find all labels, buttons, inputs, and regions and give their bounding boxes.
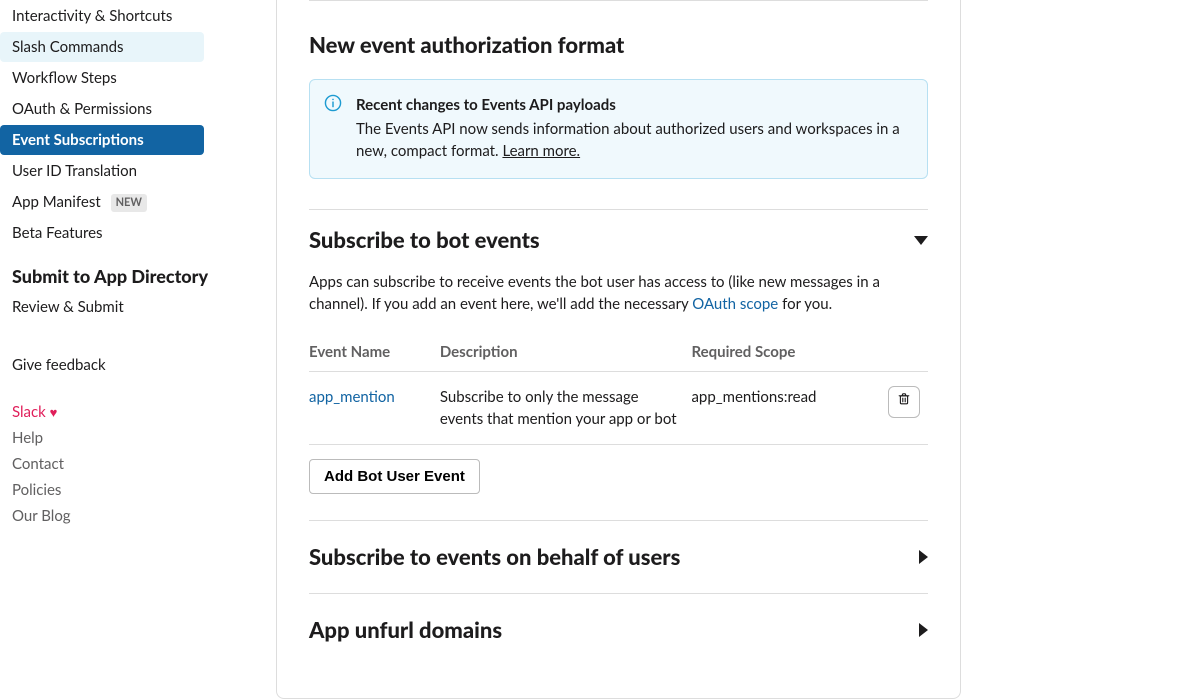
sidebar-item-workflow-steps[interactable]: Workflow Steps bbox=[0, 63, 248, 93]
footer-link-blog[interactable]: Our Blog bbox=[0, 503, 248, 529]
footer-link-contact[interactable]: Contact bbox=[0, 451, 248, 477]
col-header-description: Description bbox=[440, 333, 692, 372]
chevron-right-icon bbox=[919, 623, 928, 637]
sidebar-item-oauth[interactable]: OAuth & Permissions bbox=[0, 94, 248, 124]
event-description: Subscribe to only the message events tha… bbox=[440, 371, 692, 444]
user-events-expander[interactable]: Subscribe to events on behalf of users bbox=[309, 520, 928, 593]
bot-events-heading: Subscribe to bot events bbox=[309, 224, 540, 256]
sidebar-item-feedback[interactable]: Give feedback bbox=[0, 350, 248, 380]
info-body-text: The Events API now sends information abo… bbox=[356, 120, 900, 160]
bot-events-description: Apps can subscribe to receive events the… bbox=[309, 271, 928, 315]
user-events-heading: Subscribe to events on behalf of users bbox=[309, 541, 680, 573]
sidebar-item-app-manifest[interactable]: App Manifest NEW bbox=[0, 187, 248, 217]
bot-events-expander[interactable]: Subscribe to bot events bbox=[309, 209, 928, 266]
sidebar-item-beta-features[interactable]: Beta Features bbox=[0, 218, 248, 248]
event-name-link[interactable]: app_mention bbox=[309, 388, 395, 406]
sidebar-heading-submit: Submit to App Directory bbox=[0, 249, 248, 291]
chevron-down-icon bbox=[914, 236, 928, 245]
trash-icon bbox=[896, 391, 912, 413]
col-header-event: Event Name bbox=[309, 333, 440, 372]
sidebar-item-label: App Manifest bbox=[12, 193, 101, 211]
event-scope: app_mentions:read bbox=[691, 371, 887, 444]
info-body: The Events API now sends information abo… bbox=[356, 118, 909, 162]
unfurl-heading: App unfurl domains bbox=[309, 614, 502, 646]
table-row: app_mention Subscribe to only the messag… bbox=[309, 371, 928, 444]
sidebar-item-slash-commands[interactable]: Slash Commands bbox=[0, 32, 204, 62]
footer-link-policies[interactable]: Policies bbox=[0, 477, 248, 503]
sidebar: Interactivity & Shortcuts Slash Commands… bbox=[0, 0, 248, 699]
heart-icon: ♥ bbox=[50, 404, 58, 420]
footer-link-help[interactable]: Help bbox=[0, 425, 248, 451]
bot-events-table: Event Name Description Required Scope ap… bbox=[309, 333, 928, 445]
slack-label: Slack bbox=[12, 403, 46, 421]
main-panel: New event authorization format Recent ch… bbox=[276, 0, 961, 699]
delete-event-button[interactable] bbox=[888, 386, 920, 418]
new-badge: NEW bbox=[111, 194, 147, 212]
info-title: Recent changes to Events API payloads bbox=[356, 94, 909, 116]
desc-post: for you. bbox=[778, 295, 832, 313]
chevron-right-icon bbox=[919, 550, 928, 564]
oauth-scope-link[interactable]: OAuth scope bbox=[692, 295, 778, 313]
add-bot-user-event-button[interactable]: Add Bot User Event bbox=[309, 459, 480, 494]
auth-format-heading: New event authorization format bbox=[309, 29, 928, 61]
col-header-scope: Required Scope bbox=[691, 333, 887, 372]
info-box: Recent changes to Events API payloads Th… bbox=[309, 79, 928, 179]
sidebar-item-review-submit[interactable]: Review & Submit bbox=[0, 292, 248, 322]
info-icon bbox=[324, 94, 342, 112]
sidebar-item-user-id-translation[interactable]: User ID Translation bbox=[0, 156, 248, 186]
learn-more-link[interactable]: Learn more. bbox=[502, 142, 580, 160]
unfurl-domains-expander[interactable]: App unfurl domains bbox=[309, 593, 928, 666]
sidebar-item-interactivity[interactable]: Interactivity & Shortcuts bbox=[0, 1, 248, 31]
footer-link-slack[interactable]: Slack ♥ bbox=[0, 399, 248, 425]
sidebar-item-event-subscriptions[interactable]: Event Subscriptions bbox=[0, 125, 204, 155]
